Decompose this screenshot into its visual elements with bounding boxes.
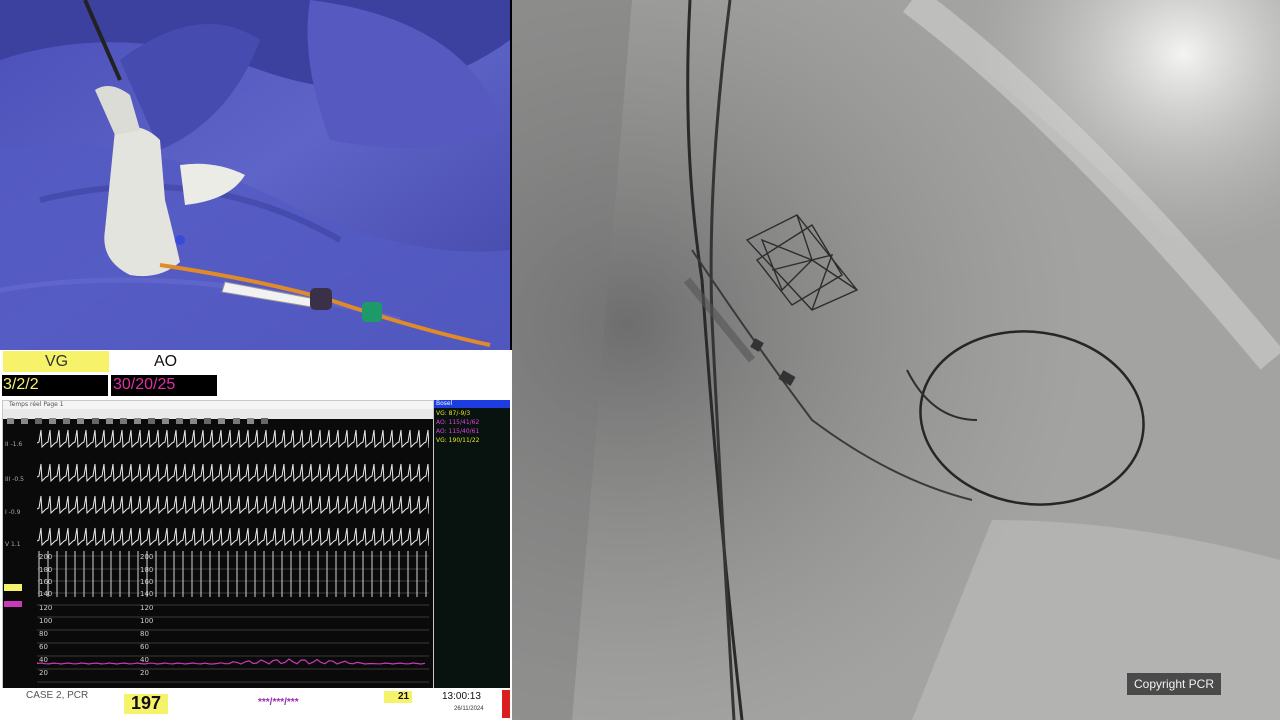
clock-time: 13:00:13 [442,691,481,702]
temp-value: 21 [398,691,410,702]
ecg-lead-label: III -0.5 [5,476,24,483]
toolbar-icon[interactable] [21,418,29,424]
measurement-panel: Bosel VG: 87/-9/3 AO: 115/41/62 AO: 115/… [434,400,510,688]
window-titlebar: Temps réel Page 1 [3,401,433,409]
ecg-trace [37,429,429,449]
measurement-line: AO: 115/40/61 [436,428,480,435]
measurement-line: AO: 115/41/62 [436,419,480,426]
heart-rate-value: 197 [131,693,162,713]
recording-indicator-icon [502,690,510,718]
hemodynamic-monitor: VG AO 3/2/2 30/20/25 Temps réel Page 1 I… [0,350,512,720]
operator-camera-view [0,0,510,350]
vg-channel-header: VG [3,351,109,372]
fluoroscopy-image [512,0,1280,720]
ao-channel-header: AO [112,351,218,372]
measurement-panel-header: Bosel [434,400,510,408]
pressure-channel-tag [4,584,22,591]
fluoroscopy-view: Copyright PCR [512,0,1280,720]
copyright-label: Copyright PCR [1127,673,1221,695]
pressure-placeholder: ***/***/*** [258,697,299,708]
measurement-panel-title: Bosel [436,400,453,407]
ecg-lead-label: I -0.9 [5,509,21,516]
vg-channel-label: VG [45,353,69,370]
measurement-line: VG: 87/-9/3 [436,410,471,417]
case-label: CASE 2, PCR [26,690,89,701]
ao-pressure-value: 30/20/25 [113,376,176,393]
ao-pressure-box: 30/20/25 [111,375,217,396]
monitor-toolbar[interactable] [3,409,433,424]
vg-pressure-box: 3/2/2 [2,375,108,396]
vg-pressure-trace [38,551,427,597]
monitor-status-bar: CASE 2, PCR 197 ***/***/*** 21 13:00:13 … [0,688,512,720]
surgical-field-image [0,0,510,350]
measurement-line: VG: 190/11/22 [436,437,480,444]
ecg-lead-label: V 1.1 [5,541,21,548]
ao-pressure-trace [37,658,426,665]
toolbar-icon[interactable] [7,418,14,424]
waveform-traces [37,429,429,683]
ecg-trace [37,463,429,483]
ecg-lead-label: II -1.6 [5,441,23,448]
ecg-trace [37,495,429,515]
window-title: Temps réel Page 1 [9,401,64,408]
ao-channel-tag [4,601,22,607]
ao-channel-label: AO [154,353,178,370]
ecg-trace [37,527,429,547]
realtime-window: Temps réel Page 1 II -1.6 III -0.5 I -0.… [2,400,434,690]
clock-date: 26/11/2024 [454,706,484,712]
vg-pressure-value: 3/2/2 [3,376,39,393]
